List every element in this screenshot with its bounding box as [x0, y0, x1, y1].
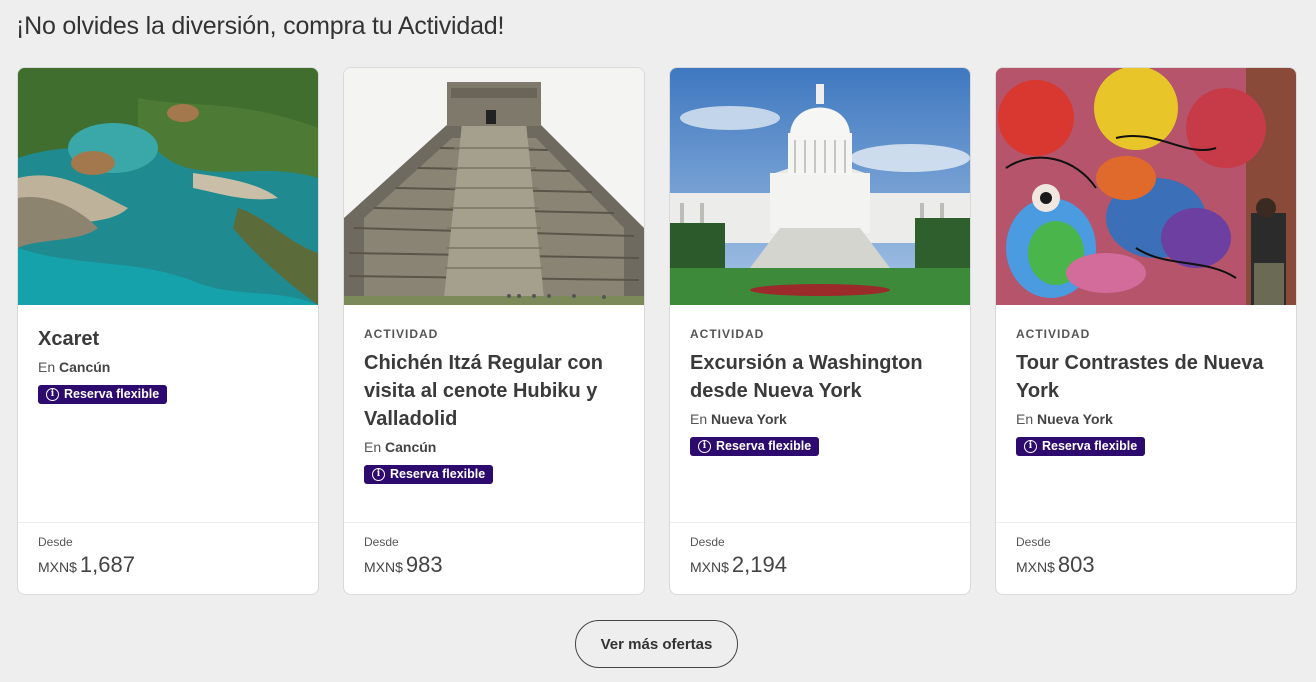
- card-location: En Cancún: [364, 439, 437, 455]
- card-title[interactable]: Tour Contrastes de Nueva York: [1016, 349, 1276, 405]
- card-location: En Nueva York: [690, 411, 787, 427]
- activity-card-xcaret[interactable]: Xcaret En Cancún i Reserva flexible Desde…: [17, 67, 319, 595]
- activity-card-nueva-york[interactable]: ACTIVIDAD Tour Contrastes de Nueva York …: [995, 67, 1297, 595]
- activity-image-nueva-york[interactable]: [996, 68, 1296, 305]
- see-more-offers-button[interactable]: Ver más ofertas: [575, 620, 738, 668]
- card-title[interactable]: Excursión a Washington desde Nueva York: [690, 349, 950, 405]
- card-title[interactable]: Xcaret: [38, 325, 298, 353]
- info-icon: i: [1024, 439, 1037, 453]
- card-kicker: ACTIVIDAD: [690, 327, 765, 341]
- activity-card-list: Xcaret En Cancún i Reserva flexible Desde…: [17, 67, 1297, 595]
- card-price: MXN$ 2,194: [690, 552, 787, 577]
- info-icon: i: [372, 467, 385, 481]
- card-price: MXN$ 803: [1016, 552, 1095, 577]
- flexible-booking-badge: i Reserva flexible: [1016, 437, 1146, 456]
- info-icon: i: [46, 387, 59, 401]
- price-from-label: Desde: [364, 535, 399, 549]
- card-price-footer: Desde MXN$ 803: [996, 522, 1296, 594]
- activity-image-xcaret[interactable]: [18, 68, 318, 305]
- price-from-label: Desde: [38, 535, 73, 549]
- activity-image-chichen-itza[interactable]: [344, 68, 644, 305]
- card-price: MXN$ 1,687: [38, 552, 135, 577]
- card-location: En Cancún: [38, 359, 111, 375]
- activity-image-washington[interactable]: [670, 68, 970, 305]
- flexible-booking-badge: i Reserva flexible: [690, 437, 820, 456]
- card-price-footer: Desde MXN$ 2,194: [670, 522, 970, 594]
- card-price: MXN$ 983: [364, 552, 443, 577]
- section-title: ¡No olvides la diversión, compra tu Acti…: [16, 12, 505, 40]
- price-from-label: Desde: [1016, 535, 1051, 549]
- price-from-label: Desde: [690, 535, 725, 549]
- activity-card-washington[interactable]: ACTIVIDAD Excursión a Washington desde N…: [669, 67, 971, 595]
- card-price-footer: Desde MXN$ 983: [344, 522, 644, 594]
- card-price-footer: Desde MXN$ 1,687: [18, 522, 318, 594]
- card-kicker: ACTIVIDAD: [1016, 327, 1091, 341]
- activity-card-chichen-itza[interactable]: ACTIVIDAD Chichén Itzá Regular con visit…: [343, 67, 645, 595]
- flexible-booking-badge: i Reserva flexible: [38, 385, 168, 404]
- flexible-booking-badge: i Reserva flexible: [364, 465, 494, 484]
- card-title[interactable]: Chichén Itzá Regular con visita al cenot…: [364, 349, 624, 433]
- info-icon: i: [698, 439, 711, 453]
- card-kicker: ACTIVIDAD: [364, 327, 439, 341]
- card-location: En Nueva York: [1016, 411, 1113, 427]
